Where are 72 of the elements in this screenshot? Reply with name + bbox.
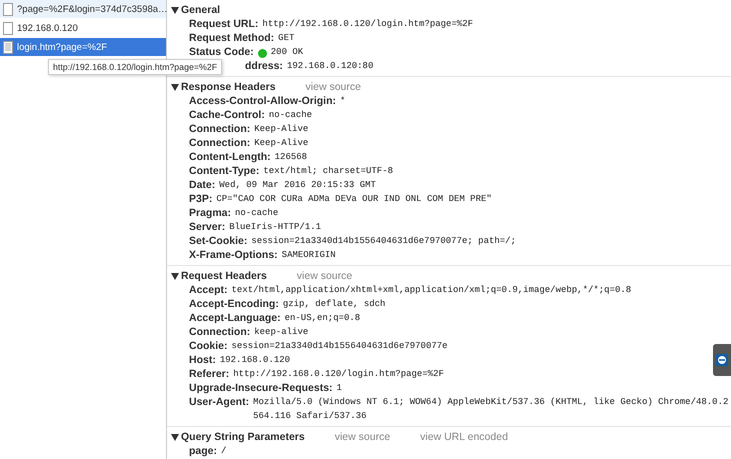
header-value: SAMEORIGIN (282, 249, 336, 262)
expand-icon[interactable] (171, 272, 179, 280)
status-dot-icon (258, 48, 267, 58)
section-title[interactable]: Query String Parameters (181, 430, 305, 442)
header-value: Wed, 09 Mar 2016 20:15:33 GMT (219, 179, 376, 192)
header-value: no-cache (235, 207, 278, 220)
remote-widget-icon[interactable] (713, 344, 731, 376)
header-name: Set-Cookie: (189, 234, 248, 248)
header-name: Referer: (189, 367, 230, 381)
view-link[interactable]: view source (306, 80, 361, 92)
header-name: Cache-Control: (189, 108, 265, 122)
header-name: Access-Control-Allow-Origin: (189, 94, 336, 108)
header-value: http://192.168.0.120/login.htm?page=%2F (262, 18, 474, 31)
header-value: text/html,application/xhtml+xml,application/xml;q=0.9,image/webp,*/*;q=0.8 (232, 284, 632, 297)
header-value: Keep-Alive (254, 137, 308, 150)
header-value: 126568 (274, 151, 308, 164)
request-item[interactable]: login.htm?page=%2F (0, 38, 166, 57)
header-value: no-cache (268, 109, 312, 122)
header-name: page: (189, 444, 218, 458)
header-name: Status Code: (189, 45, 254, 59)
expand-icon[interactable] (171, 432, 179, 440)
header-value: 200 OK (270, 46, 304, 59)
header-value: / (221, 445, 226, 458)
view-link[interactable]: view source (334, 430, 390, 442)
view-link[interactable]: view source (296, 270, 352, 282)
section-title[interactable]: General (181, 4, 220, 16)
header-value: 192.168.0.120 (220, 354, 290, 367)
header-name: Server: (189, 220, 226, 234)
header-value: 192.168.0.120:80 (286, 60, 374, 73)
expand-icon[interactable] (171, 82, 179, 90)
view-link[interactable]: view URL encoded (420, 430, 508, 442)
header-value: gzip, deflate, sdch (282, 298, 386, 311)
request-item[interactable]: ?page=%2F&login=374d7c3598a… (0, 0, 166, 19)
header-name: Request Method: (189, 31, 274, 45)
header-name: ddress: (245, 59, 283, 73)
header-name: Pragma: (189, 206, 232, 220)
header-value: http://192.168.0.120/login.htm?page=%2F (233, 368, 444, 381)
header-value: CP="CAO COR CURa ADMa DEVa OUR IND ONL COM DEM PRE" (216, 193, 492, 206)
file-icon (3, 2, 13, 16)
section-title[interactable]: Request Headers (181, 270, 267, 282)
header-value: BlueIris-HTTP/1.1 (229, 221, 322, 234)
header-value: session=21a3340d14b1556404631d6e7970077e; path=/; (251, 235, 516, 248)
header-value: Mozilla/5.0 (Windows NT 6.1; WOW64) AppleWebKit/537.36 (KHTML, like Gecko) Chrome/48.0.2564.116 Safari/537.36 (253, 396, 730, 423)
header-name: Connection: (189, 325, 250, 339)
header-name: Date: (189, 178, 216, 192)
expand-icon[interactable] (171, 6, 179, 14)
header-value: text/html; charset=UTF-8 (263, 165, 394, 178)
file-icon (3, 22, 13, 34)
header-name: Connection: (189, 122, 250, 136)
url-tooltip: http://192.168.0.120/login.htm?page=%2F (48, 59, 222, 75)
header-name: Host: (189, 353, 216, 367)
header-name: P3P: (189, 192, 212, 206)
header-value: keep-alive (254, 326, 308, 339)
document-icon (3, 40, 13, 54)
header-name: Cookie: (189, 339, 228, 353)
header-value: Keep-Alive (254, 123, 308, 136)
header-value: session=21a3340d14b1556404631d6e7970077e (232, 340, 448, 353)
header-value: 1 (336, 382, 342, 395)
header-name: Request URL: (189, 17, 258, 31)
header-name: X-Frame-Options: (189, 248, 278, 262)
header-name: User-Agent: (189, 395, 250, 409)
header-name: Content-Type: (189, 164, 260, 178)
header-value: GET (278, 32, 294, 45)
header-name: Accept-Language: (189, 311, 281, 325)
header-name: Connection: (189, 136, 250, 150)
header-value: * (340, 95, 346, 108)
header-name: Accept: (189, 283, 228, 297)
section-title[interactable]: Response Headers (181, 80, 276, 92)
header-name: Content-Length: (189, 150, 271, 164)
header-name: Accept-Encoding: (189, 297, 279, 311)
header-name: Upgrade-Insecure-Requests: (189, 381, 333, 395)
header-value: en-US,en;q=0.8 (284, 312, 360, 325)
